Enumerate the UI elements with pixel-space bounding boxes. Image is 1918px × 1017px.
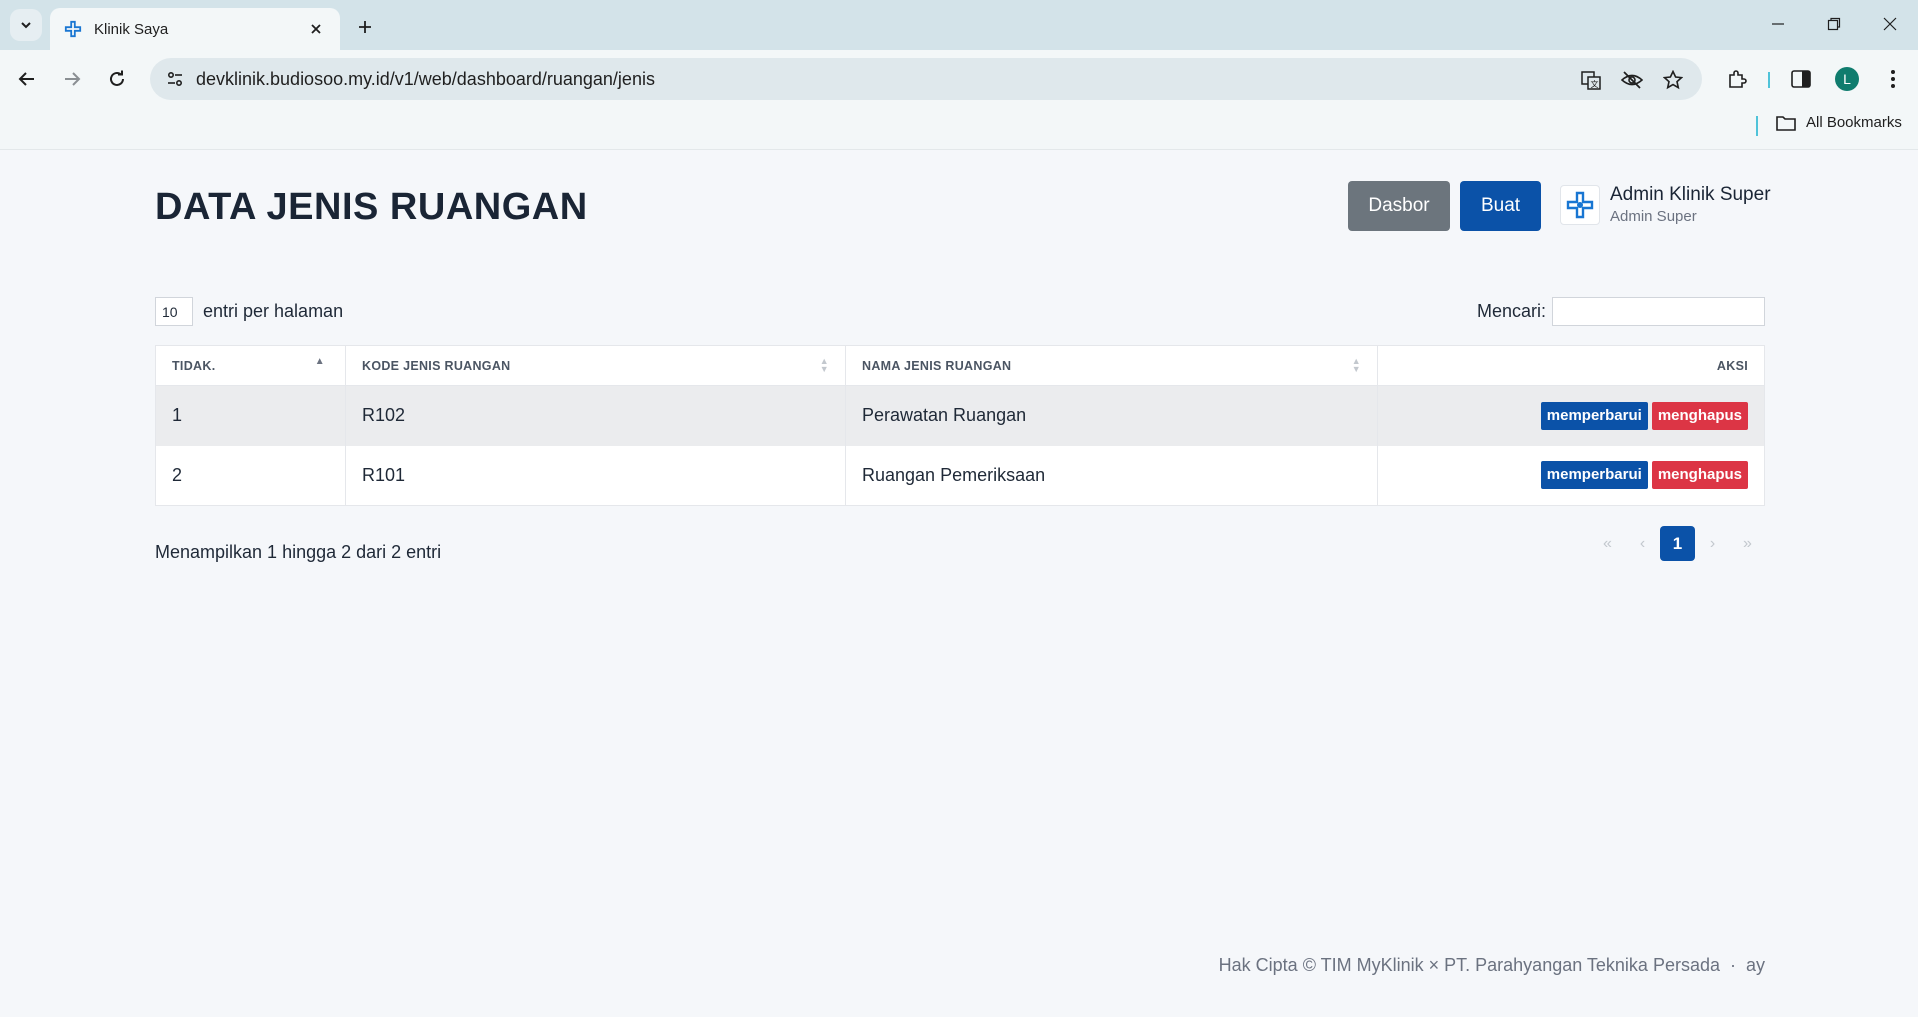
close-tab-icon[interactable] <box>306 19 326 39</box>
bookmarks-divider <box>1756 116 1758 136</box>
extensions-icon[interactable] <box>1720 62 1754 96</box>
search-box: Mencari: <box>1477 297 1765 326</box>
tab-title: Klinik Saya <box>94 20 169 38</box>
column-header-nama[interactable]: NAMA JENIS RUANGAN ▲ ▼ <box>845 345 1378 386</box>
buat-button[interactable]: Buat <box>1460 181 1541 231</box>
close-icon <box>1883 17 1897 31</box>
address-bar[interactable]: devklinik.budiosoo.my.id/v1/web/dashboar… <box>150 58 1702 100</box>
column-header-label: NAMA JENIS RUANGAN <box>862 358 1012 373</box>
delete-button[interactable]: menghapus <box>1651 461 1748 490</box>
cell-no: 2 <box>155 445 346 506</box>
browser-titlebar: Klinik Saya <box>0 0 1918 50</box>
page-content: DATA JENIS RUANGAN Dasbor Buat Admin Kli… <box>0 150 1918 1017</box>
data-table: TIDAK. ▲ KODE JENIS RUANGAN ▲ ▼ NAMA JENI… <box>155 345 1765 506</box>
sort-ascending-icon: ▲ <box>314 356 325 367</box>
column-header-label: TIDAK. <box>172 358 216 373</box>
plus-icon <box>359 21 371 33</box>
cell-aksi: memperbarui menghapus <box>1378 446 1765 506</box>
last-page-button[interactable]: » <box>1730 526 1765 561</box>
reload-icon <box>110 70 124 86</box>
update-button[interactable]: memperbarui <box>1540 461 1648 490</box>
side-panel-icon[interactable] <box>1784 62 1818 96</box>
reload-button[interactable] <box>100 62 134 96</box>
sort-icon: ▲ ▼ <box>819 356 829 374</box>
table-row: 2 R101 Ruangan Pemeriksaan memperbarui me… <box>155 445 1765 506</box>
cell-nama: Ruangan Pemeriksaan <box>845 445 1378 506</box>
column-header-kode[interactable]: KODE JENIS RUANGAN ▲ ▼ <box>345 345 846 386</box>
column-header-tidak[interactable]: TIDAK. ▲ <box>155 345 346 386</box>
column-header-label: KODE JENIS RUANGAN <box>362 358 511 373</box>
toolbar-divider <box>1768 72 1770 88</box>
all-bookmarks-label: All Bookmarks <box>1806 114 1902 131</box>
cell-no: 1 <box>155 385 346 446</box>
klinik-logo-icon <box>1560 184 1600 225</box>
user-profile[interactable]: Admin Klinik Super Admin Super <box>1560 184 1771 225</box>
dasbor-button[interactable]: Dasbor <box>1348 181 1450 231</box>
user-role: Admin Super <box>1610 208 1697 225</box>
cell-nama: Perawatan Ruangan <box>845 385 1378 446</box>
first-page-button[interactable]: « <box>1590 526 1625 561</box>
cell-aksi: memperbarui menghapus <box>1377 385 1765 446</box>
more-menu-icon[interactable] <box>1876 62 1910 96</box>
back-button[interactable] <box>10 62 44 96</box>
column-header-label: AKSI <box>1716 358 1748 373</box>
prev-page-button[interactable]: ‹ <box>1625 526 1660 561</box>
cell-kode: R101 <box>345 445 846 506</box>
folder-icon <box>1776 115 1796 131</box>
restore-icon <box>1827 17 1841 31</box>
delete-button[interactable]: menghapus <box>1651 401 1748 430</box>
translate-icon[interactable]: 文 <box>1578 67 1604 93</box>
back-arrow-icon <box>18 72 34 86</box>
table-row: 1 R102 Perawatan Ruangan memperbarui meng… <box>155 385 1765 446</box>
minimize-button[interactable] <box>1754 8 1802 40</box>
minimize-icon <box>1772 23 1784 25</box>
svg-text:文: 文 <box>1591 79 1599 89</box>
next-page-button[interactable]: › <box>1695 526 1730 561</box>
forward-button[interactable] <box>55 62 89 96</box>
all-bookmarks-button[interactable]: All Bookmarks <box>1776 114 1902 131</box>
url-text: devklinik.budiosoo.my.id/v1/web/dashboar… <box>196 69 655 89</box>
entries-per-page: 10 entri per halaman <box>155 297 343 326</box>
profile-avatar[interactable]: L <box>1830 62 1864 96</box>
pagination: « ‹ 1 › » <box>1590 526 1765 561</box>
klinik-logo-icon <box>64 20 82 38</box>
table-header-row: TIDAK. ▲ KODE JENIS RUANGAN ▲ ▼ NAMA JENI… <box>155 345 1765 386</box>
update-button[interactable]: memperbarui <box>1540 401 1648 430</box>
restore-button[interactable] <box>1810 8 1858 40</box>
bookmarks-bar: All Bookmarks <box>0 108 1918 150</box>
chevron-down-icon <box>21 22 31 29</box>
eye-off-icon[interactable] <box>1619 67 1645 93</box>
search-label: Mencari: <box>1476 301 1546 321</box>
sort-icon: ▲ ▼ <box>1351 356 1361 374</box>
forward-arrow-icon <box>65 72 81 86</box>
new-tab-button[interactable] <box>350 12 380 42</box>
browser-tab[interactable]: Klinik Saya <box>50 8 340 50</box>
tab-search-button[interactable] <box>10 9 42 41</box>
entries-label: entri per halaman <box>203 301 344 321</box>
bookmark-star-icon[interactable] <box>1660 67 1686 93</box>
user-name: Admin Klinik Super <box>1610 184 1771 205</box>
close-window-button[interactable] <box>1866 8 1914 40</box>
cell-kode: R102 <box>345 385 846 446</box>
page-1-button[interactable]: 1 <box>1660 526 1695 561</box>
entries-select[interactable]: 10 <box>155 297 193 326</box>
table-info: Menampilkan 1 hingga 2 dari 2 entri <box>155 542 442 562</box>
search-input[interactable] <box>1552 297 1765 326</box>
column-header-aksi: AKSI <box>1377 345 1765 386</box>
profile-initial: L <box>1835 67 1859 91</box>
footer-copyright: Hak Cipta © TIM MyKlinik × PT. Parahyang… <box>1218 955 1765 975</box>
site-info-icon[interactable] <box>162 66 188 92</box>
page-title: DATA JENIS RUANGAN <box>155 186 588 228</box>
browser-toolbar: devklinik.budiosoo.my.id/v1/web/dashboar… <box>0 50 1918 108</box>
